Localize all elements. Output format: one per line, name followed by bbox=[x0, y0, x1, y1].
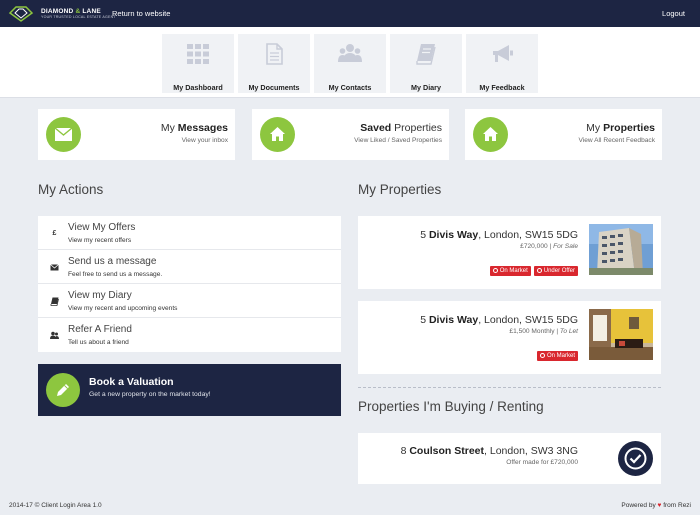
action-title: View My Offers bbox=[68, 222, 136, 233]
card-subtitle: View your inbox bbox=[181, 137, 228, 144]
valuation-title: Book a Valuation bbox=[89, 376, 174, 388]
action-refer-a-friend[interactable]: Refer A Friend Tell us about a friend bbox=[38, 318, 341, 352]
property-address: 5 Divis Way, London, SW15 5DG bbox=[420, 314, 578, 326]
tab-my-diary[interactable]: My Diary bbox=[390, 34, 462, 93]
tab-label: My Documents bbox=[248, 83, 300, 92]
heart-icon: ♥ bbox=[657, 502, 662, 509]
tab-label: My Dashboard bbox=[173, 83, 223, 92]
section-divider bbox=[358, 387, 661, 388]
close-circle-icon bbox=[539, 352, 545, 358]
tab-my-feedback[interactable]: My Feedback bbox=[466, 34, 538, 93]
tab-my-contacts[interactable]: My Contacts bbox=[314, 34, 386, 93]
property-photo[interactable] bbox=[589, 224, 653, 275]
my-properties-card[interactable]: My Properties View All Recent Feedback bbox=[465, 109, 662, 160]
envelope-icon bbox=[50, 264, 59, 271]
book-valuation-button[interactable]: Book a Valuation Get a new property on t… bbox=[38, 364, 341, 416]
status-badge: On Market bbox=[489, 266, 531, 276]
home-icon bbox=[483, 127, 498, 141]
home-circle bbox=[473, 117, 508, 152]
brand-name: DIAMOND & LANE bbox=[41, 8, 101, 15]
card-title: Saved Properties bbox=[360, 122, 442, 134]
action-view-my-offers[interactable]: £ View My Offers View my recent offers bbox=[38, 216, 341, 250]
action-title: Refer A Friend bbox=[68, 324, 132, 335]
action-subtitle: Tell us about a friend bbox=[68, 339, 129, 346]
property-photo[interactable] bbox=[589, 309, 653, 360]
pencil-icon bbox=[57, 384, 69, 396]
tab-my-dashboard[interactable]: My Dashboard bbox=[162, 34, 234, 93]
home-circle bbox=[260, 117, 295, 152]
action-send-message[interactable]: Send us a message Feel free to send us a… bbox=[38, 250, 341, 284]
action-title: Send us a message bbox=[68, 256, 157, 267]
property-price: £1,500 Monthly | To Let bbox=[509, 328, 578, 335]
close-circle-icon bbox=[492, 267, 498, 273]
buying-property-card[interactable]: 8 Coulson Street, London, SW3 3NG Offer … bbox=[358, 433, 661, 484]
footer-copyright: 2014-17 © Client Login Area 1.0 bbox=[9, 502, 102, 509]
logout-link[interactable]: Logout bbox=[662, 9, 685, 18]
top-bar: DIAMOND & LANE YOUR TRUSTED LOCAL ESTATE… bbox=[0, 0, 700, 27]
property-address: 5 Divis Way, London, SW15 5DG bbox=[420, 229, 578, 241]
users-icon bbox=[50, 331, 59, 339]
actions-list: £ View My Offers View my recent offers S… bbox=[38, 216, 341, 352]
action-view-my-diary[interactable]: View my Diary View my recent and upcomin… bbox=[38, 284, 341, 318]
action-subtitle: Feel free to send us a message. bbox=[68, 271, 163, 278]
book-icon bbox=[50, 297, 59, 306]
envelope-icon bbox=[55, 128, 72, 141]
status-badge: Under Offer bbox=[533, 266, 578, 276]
pencil-circle bbox=[46, 373, 80, 407]
document-icon bbox=[266, 43, 283, 65]
status-badge: On Market bbox=[536, 351, 578, 361]
action-subtitle: View my recent and upcoming events bbox=[68, 305, 178, 312]
my-actions-title: My Actions bbox=[38, 182, 104, 197]
tab-label: My Feedback bbox=[479, 83, 525, 92]
nav-band: My Dashboard My Documents My Contacts My… bbox=[0, 27, 700, 98]
close-circle-icon bbox=[536, 267, 542, 273]
brand-tagline: YOUR TRUSTED LOCAL ESTATE AGENT bbox=[41, 15, 116, 19]
tab-my-documents[interactable]: My Documents bbox=[238, 34, 310, 93]
valuation-subtitle: Get a new property on the market today! bbox=[89, 391, 211, 398]
book-icon bbox=[416, 44, 436, 65]
status-badges: On Market Under Offer bbox=[487, 266, 578, 276]
home-icon bbox=[270, 127, 285, 141]
tab-label: My Contacts bbox=[328, 83, 372, 92]
card-subtitle: View All Recent Feedback bbox=[578, 137, 655, 144]
contacts-icon bbox=[338, 44, 362, 62]
property-address: 8 Coulson Street, London, SW3 3NG bbox=[400, 445, 578, 457]
property-card[interactable]: 5 Divis Way, London, SW15 5DG £1,500 Mon… bbox=[358, 301, 661, 374]
card-title: My Properties bbox=[586, 122, 655, 134]
messages-card[interactable]: My Messages View your inbox bbox=[38, 109, 235, 160]
saved-properties-card[interactable]: Saved Properties View Liked / Saved Prop… bbox=[252, 109, 449, 160]
card-title: My Messages bbox=[160, 122, 228, 134]
property-price: £720,000 | For Sale bbox=[520, 243, 578, 250]
envelope-circle bbox=[46, 117, 81, 152]
footer-powered-by[interactable]: Powered by ♥ from Rezi bbox=[621, 502, 691, 509]
property-card[interactable]: 5 Divis Way, London, SW15 5DG £720,000 |… bbox=[358, 216, 661, 289]
my-properties-title: My Properties bbox=[358, 182, 442, 197]
offer-text: Offer made for £720,000 bbox=[506, 459, 578, 466]
diamond-logo-icon[interactable] bbox=[8, 4, 34, 23]
grid-icon bbox=[187, 44, 209, 64]
card-subtitle: View Liked / Saved Properties bbox=[354, 137, 442, 144]
pound-icon: £ bbox=[52, 230, 57, 237]
megaphone-icon bbox=[493, 45, 513, 62]
status-badges: On Market bbox=[534, 351, 578, 361]
action-subtitle: View my recent offers bbox=[68, 237, 132, 244]
check-circle-icon bbox=[618, 441, 653, 476]
tab-label: My Diary bbox=[411, 83, 441, 92]
buying-renting-title: Properties I'm Buying / Renting bbox=[358, 399, 544, 414]
action-title: View my Diary bbox=[68, 290, 132, 301]
return-to-website-link[interactable]: Return to website bbox=[112, 9, 170, 18]
